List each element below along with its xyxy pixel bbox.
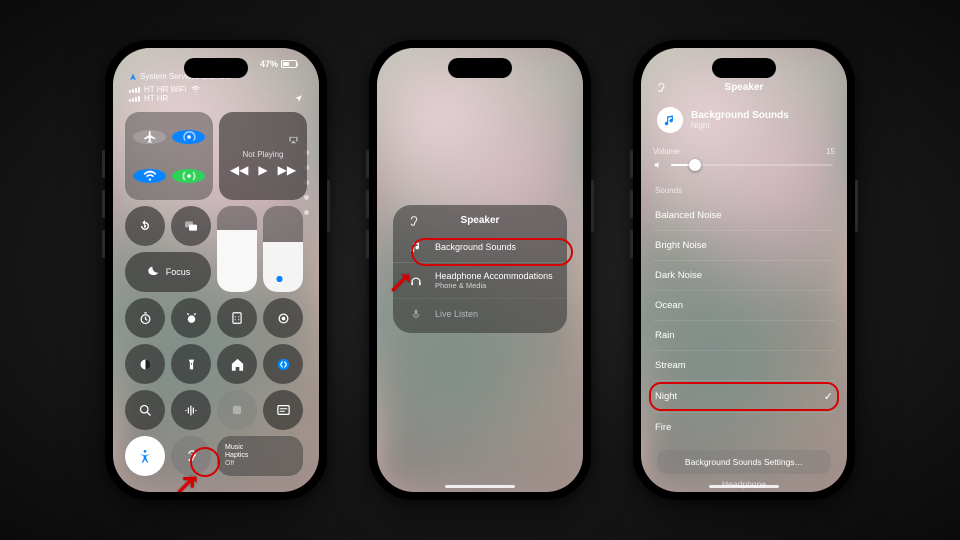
cellular-row: HT HR bbox=[129, 94, 307, 103]
volume-value: 15 bbox=[826, 147, 835, 156]
ear-icon bbox=[407, 215, 420, 228]
volume-slider[interactable] bbox=[263, 206, 303, 292]
music-haptics-tile[interactable]: Music Haptics Off bbox=[217, 436, 303, 476]
dynamic-island bbox=[712, 58, 776, 78]
sound-recognition-button[interactable] bbox=[171, 390, 211, 430]
accessibility-shortcut-button[interactable] bbox=[125, 436, 165, 476]
timer-button[interactable] bbox=[125, 298, 165, 338]
media-title: Not Playing bbox=[243, 150, 284, 159]
sound-option-balanced-noise[interactable]: Balanced Noise bbox=[653, 201, 835, 230]
wifi-icon bbox=[191, 85, 200, 94]
home-indicator[interactable] bbox=[709, 485, 779, 489]
cellular-button[interactable] bbox=[172, 169, 205, 183]
home-button[interactable] bbox=[217, 344, 257, 384]
airplane-mode-button[interactable] bbox=[133, 130, 166, 144]
microphone-icon bbox=[407, 307, 425, 321]
device-frame-2: Speaker Background Sounds Headphone Acco… bbox=[369, 40, 591, 500]
bg-volume-slider[interactable] bbox=[671, 164, 833, 166]
device-frame-1: 47% System Services & LAGO HT HR WiFi bbox=[105, 40, 327, 500]
wifi-button[interactable] bbox=[133, 169, 166, 183]
orientation-lock-button[interactable] bbox=[125, 206, 165, 246]
hearing-panel: Speaker Background Sounds Headphone Acco… bbox=[393, 205, 567, 333]
sound-option-dark-noise[interactable]: Dark Noise bbox=[653, 260, 835, 290]
sound-option-fire[interactable]: Fire bbox=[653, 412, 835, 442]
sound-option-ocean[interactable]: Ocean bbox=[653, 290, 835, 320]
background-sounds-row[interactable]: Background Sounds bbox=[393, 232, 567, 262]
dynamic-island bbox=[184, 58, 248, 78]
alarm-button[interactable] bbox=[171, 298, 211, 338]
sound-option-stream[interactable]: Stream bbox=[653, 350, 835, 380]
live-listen-row[interactable]: Live Listen bbox=[393, 298, 567, 329]
control-center: Not Playing ◀◀ ▶ ▶▶ bbox=[125, 112, 307, 482]
magnifier-button[interactable] bbox=[125, 390, 165, 430]
annotation-pill-3 bbox=[649, 382, 839, 411]
location-fill-icon bbox=[129, 73, 137, 81]
screen-2: Speaker Background Sounds Headphone Acco… bbox=[377, 48, 583, 492]
device-frame-3: Speaker Background Sounds Night Volume 1… bbox=[633, 40, 855, 500]
headphone-accommodations-row[interactable]: Headphone Accommodations Phone & Media bbox=[393, 262, 567, 298]
music-note-icon bbox=[407, 240, 425, 254]
volume-row: Volume 15 bbox=[653, 143, 835, 180]
battery-percent: 47% bbox=[260, 59, 278, 69]
speaker-icon bbox=[653, 160, 663, 170]
annotation-arrow-1 bbox=[175, 470, 201, 492]
wifi-row: HT HR WiFi bbox=[129, 85, 307, 94]
ear-icon bbox=[655, 82, 667, 94]
sounds-list: Balanced NoiseBright NoiseDark NoiseOcea… bbox=[653, 201, 835, 442]
brightness-slider[interactable] bbox=[217, 206, 257, 292]
shazam-button[interactable] bbox=[263, 344, 303, 384]
quick-note-button[interactable] bbox=[263, 390, 303, 430]
sound-option-night[interactable]: Night✓ bbox=[653, 380, 835, 412]
music-note-badge-icon bbox=[657, 107, 683, 133]
sounds-section-header: Sounds bbox=[653, 180, 835, 201]
calculator-button[interactable] bbox=[217, 298, 257, 338]
screen-3: Speaker Background Sounds Night Volume 1… bbox=[641, 48, 847, 492]
forward-button[interactable]: ▶▶ bbox=[278, 163, 296, 177]
airdrop-button[interactable] bbox=[172, 130, 205, 144]
bg-sounds-header[interactable]: Background Sounds Night bbox=[653, 101, 835, 143]
bg-sounds-settings-button[interactable]: Background Sounds Settings… bbox=[657, 450, 831, 474]
sound-option-bright-noise[interactable]: Bright Noise bbox=[653, 230, 835, 260]
focus-label: Focus bbox=[166, 267, 191, 277]
rewind-button[interactable]: ◀◀ bbox=[230, 163, 248, 177]
checkmark-icon: ✓ bbox=[824, 390, 833, 403]
airplay-icon bbox=[288, 135, 299, 146]
sound-option-rain[interactable]: Rain bbox=[653, 320, 835, 350]
media-module[interactable]: Not Playing ◀◀ ▶ ▶▶ bbox=[219, 112, 307, 200]
focus-button[interactable]: Focus bbox=[125, 252, 211, 292]
battery-icon bbox=[281, 60, 297, 68]
screen-1: 47% System Services & LAGO HT HR WiFi bbox=[113, 48, 319, 492]
dark-mode-button[interactable] bbox=[125, 344, 165, 384]
location-arrow-icon bbox=[294, 94, 303, 103]
home-indicator[interactable] bbox=[445, 485, 515, 489]
connectivity-module[interactable] bbox=[125, 112, 213, 200]
screen-mirroring-button[interactable] bbox=[171, 206, 211, 246]
dynamic-island bbox=[448, 58, 512, 78]
page-title: Speaker bbox=[725, 82, 764, 93]
moon-icon bbox=[146, 265, 160, 279]
play-button[interactable]: ▶ bbox=[258, 163, 267, 177]
screen-record-button[interactable] bbox=[263, 298, 303, 338]
annotation-arrow-2 bbox=[389, 268, 415, 294]
disabled-control-button bbox=[217, 390, 257, 430]
flashlight-button[interactable] bbox=[171, 344, 211, 384]
